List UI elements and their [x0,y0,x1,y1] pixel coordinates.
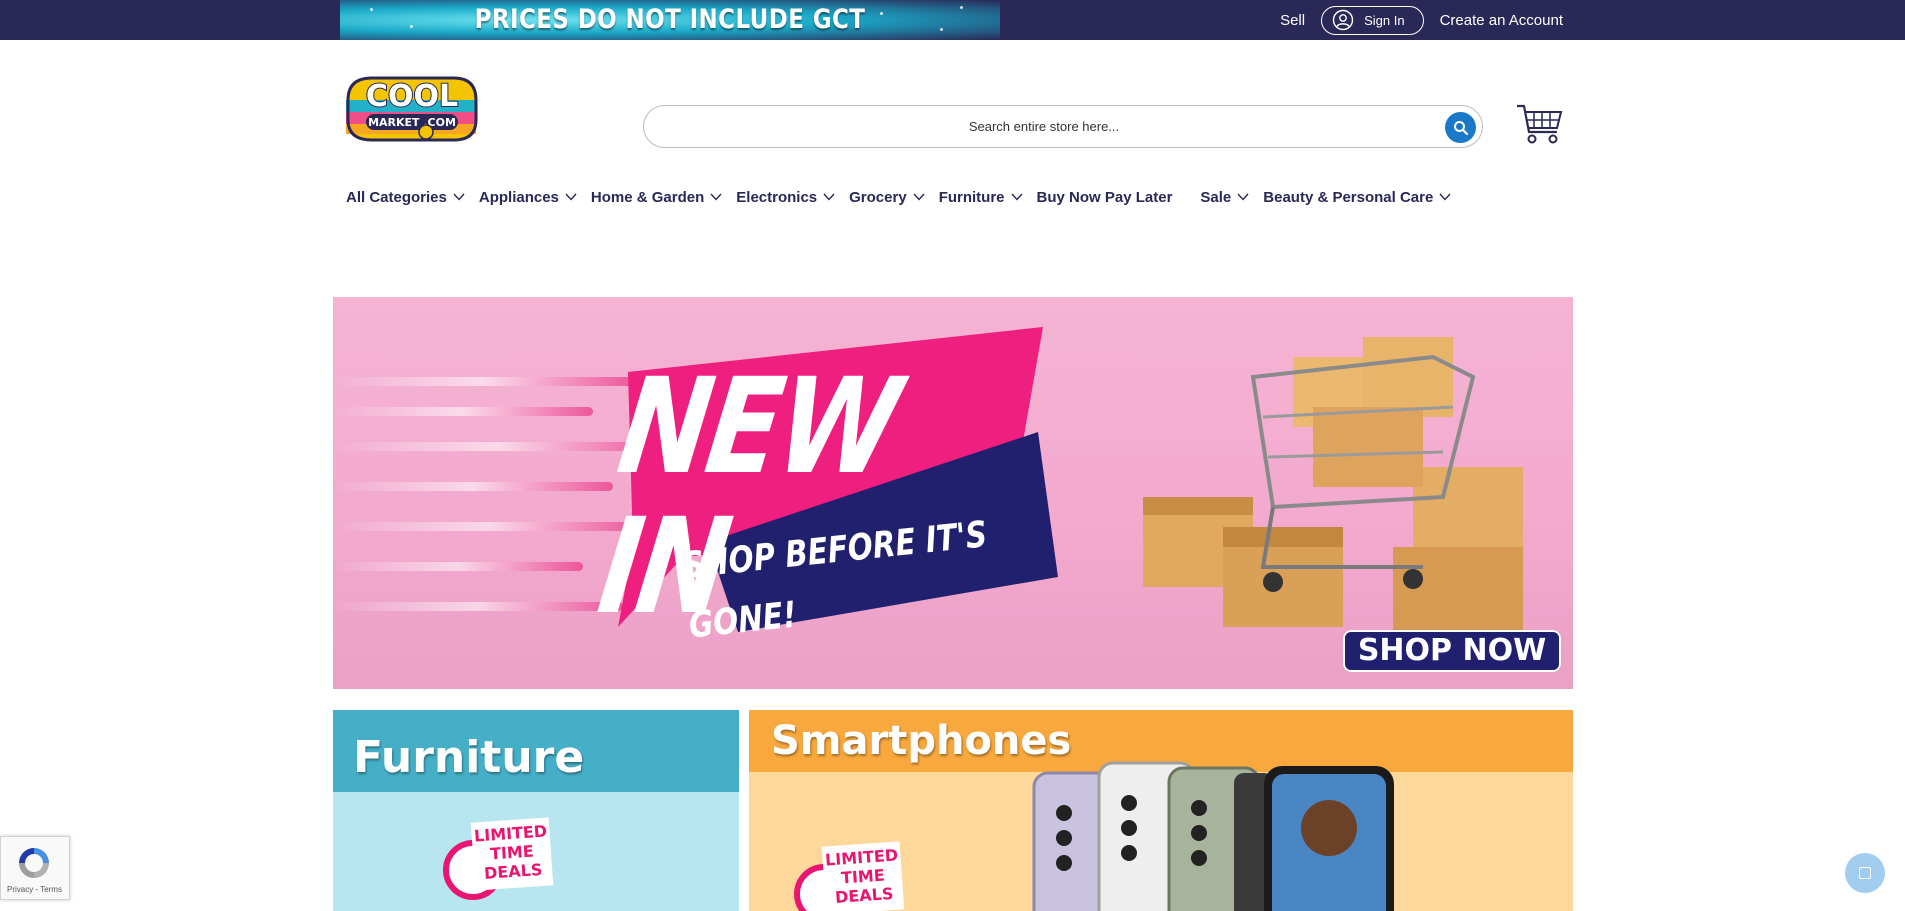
shop-now-button[interactable]: SHOP NOW [1343,630,1561,672]
badge-text: LIMITED TIME DEALS [821,841,905,911]
chevron-down-icon [1237,193,1249,201]
create-account-link[interactable]: Create an Account [1440,12,1563,29]
account-links: Sell Sign In Create an Account [1280,0,1563,40]
nav-item-all-categories[interactable]: All Categories [346,189,465,206]
nav-label: Grocery [849,188,907,206]
recaptcha-icon [19,848,49,878]
smartphones-graphic [1032,761,1394,911]
nav-label: Sale [1200,188,1232,206]
recaptcha-links[interactable]: Privacy - Terms [7,885,62,894]
nav-label: Appliances [478,188,559,206]
tile-title: Furniture [353,732,585,783]
chevron-down-icon [453,193,465,201]
limited-time-deals-badge: LIMITED TIME DEALS [794,834,905,911]
badge-line: DEALS [483,859,543,883]
promo-text: PRICES DO NOT INCLUDE GCT [474,4,866,35]
decorative-streak [333,407,593,416]
badge-line: DEALS [834,883,894,907]
chevron-down-icon [710,193,722,201]
decorative-streak [333,602,623,611]
nav-item-home-garden[interactable]: Home & Garden [591,189,722,206]
nav-item-appliances[interactable]: Appliances [479,189,577,206]
chevron-down-icon [1439,193,1451,201]
svg-text:COOL: COOL [366,79,458,114]
decorative-streak [333,482,613,491]
hero-headline: NEW IN [590,350,906,644]
nav-item-buy-now-pay-later[interactable]: Buy Now Pay Later [1037,189,1173,206]
limited-time-deals-badge: LIMITED TIME DEALS [443,810,554,900]
shopping-cart-boxes-graphic [1143,337,1523,657]
search-button[interactable] [1445,112,1476,143]
badge-text: LIMITED TIME DEALS [470,817,554,891]
chevron-down-icon [823,193,835,201]
main-nav: All Categories Appliances Home & Garden … [346,186,1465,208]
nav-item-sale[interactable]: Sale [1200,189,1249,206]
svg-text:MARKET .COM: MARKET .COM [368,116,456,129]
search-bar [643,105,1483,148]
cart-icon[interactable] [1515,102,1563,146]
chevron-down-icon [565,193,577,201]
nav-label: Electronics [736,188,818,206]
chat-icon [1859,867,1871,879]
smartphones-tile[interactable]: Smartphones LIMITED TIME DEALS [749,710,1573,911]
search-input[interactable] [664,106,1424,147]
recaptcha-badge[interactable]: Privacy - Terms [0,836,70,900]
sign-in-button[interactable]: Sign In [1321,5,1424,35]
nav-item-electronics[interactable]: Electronics [736,189,835,206]
nav-label: Beauty & Personal Care [1263,188,1434,206]
search-icon [1453,120,1468,135]
nav-label: Home & Garden [590,188,705,206]
promo-banner[interactable]: PRICES DO NOT INCLUDE GCT [340,0,1000,40]
sign-in-label: Sign In [1364,12,1405,28]
chevron-down-icon [1011,193,1023,201]
decorative-streak [333,562,583,571]
nav-label: All Categories [346,188,447,206]
nav-label: Buy Now Pay Later [1036,188,1173,206]
nav-item-beauty-personal-care[interactable]: Beauty & Personal Care [1263,189,1451,206]
nav-label: Furniture [938,188,1005,206]
user-icon [1332,9,1354,31]
chevron-down-icon [913,193,925,201]
nav-item-grocery[interactable]: Grocery [849,189,925,206]
nav-item-furniture[interactable]: Furniture [939,189,1023,206]
chat-widget-button[interactable] [1845,853,1885,893]
cool-market-logo[interactable]: COOL MARKET .COM [342,70,480,145]
tile-title: Smartphones [771,718,1072,764]
top-bar: PRICES DO NOT INCLUDE GCT Sell Sign In C… [0,0,1905,40]
furniture-tile[interactable]: Furniture LIMITED TIME DEALS [333,710,739,911]
hero-banner[interactable]: NEW IN SHOP BEFORE IT'S GONE! SHOP NOW [333,297,1573,689]
sell-link[interactable]: Sell [1280,12,1305,29]
